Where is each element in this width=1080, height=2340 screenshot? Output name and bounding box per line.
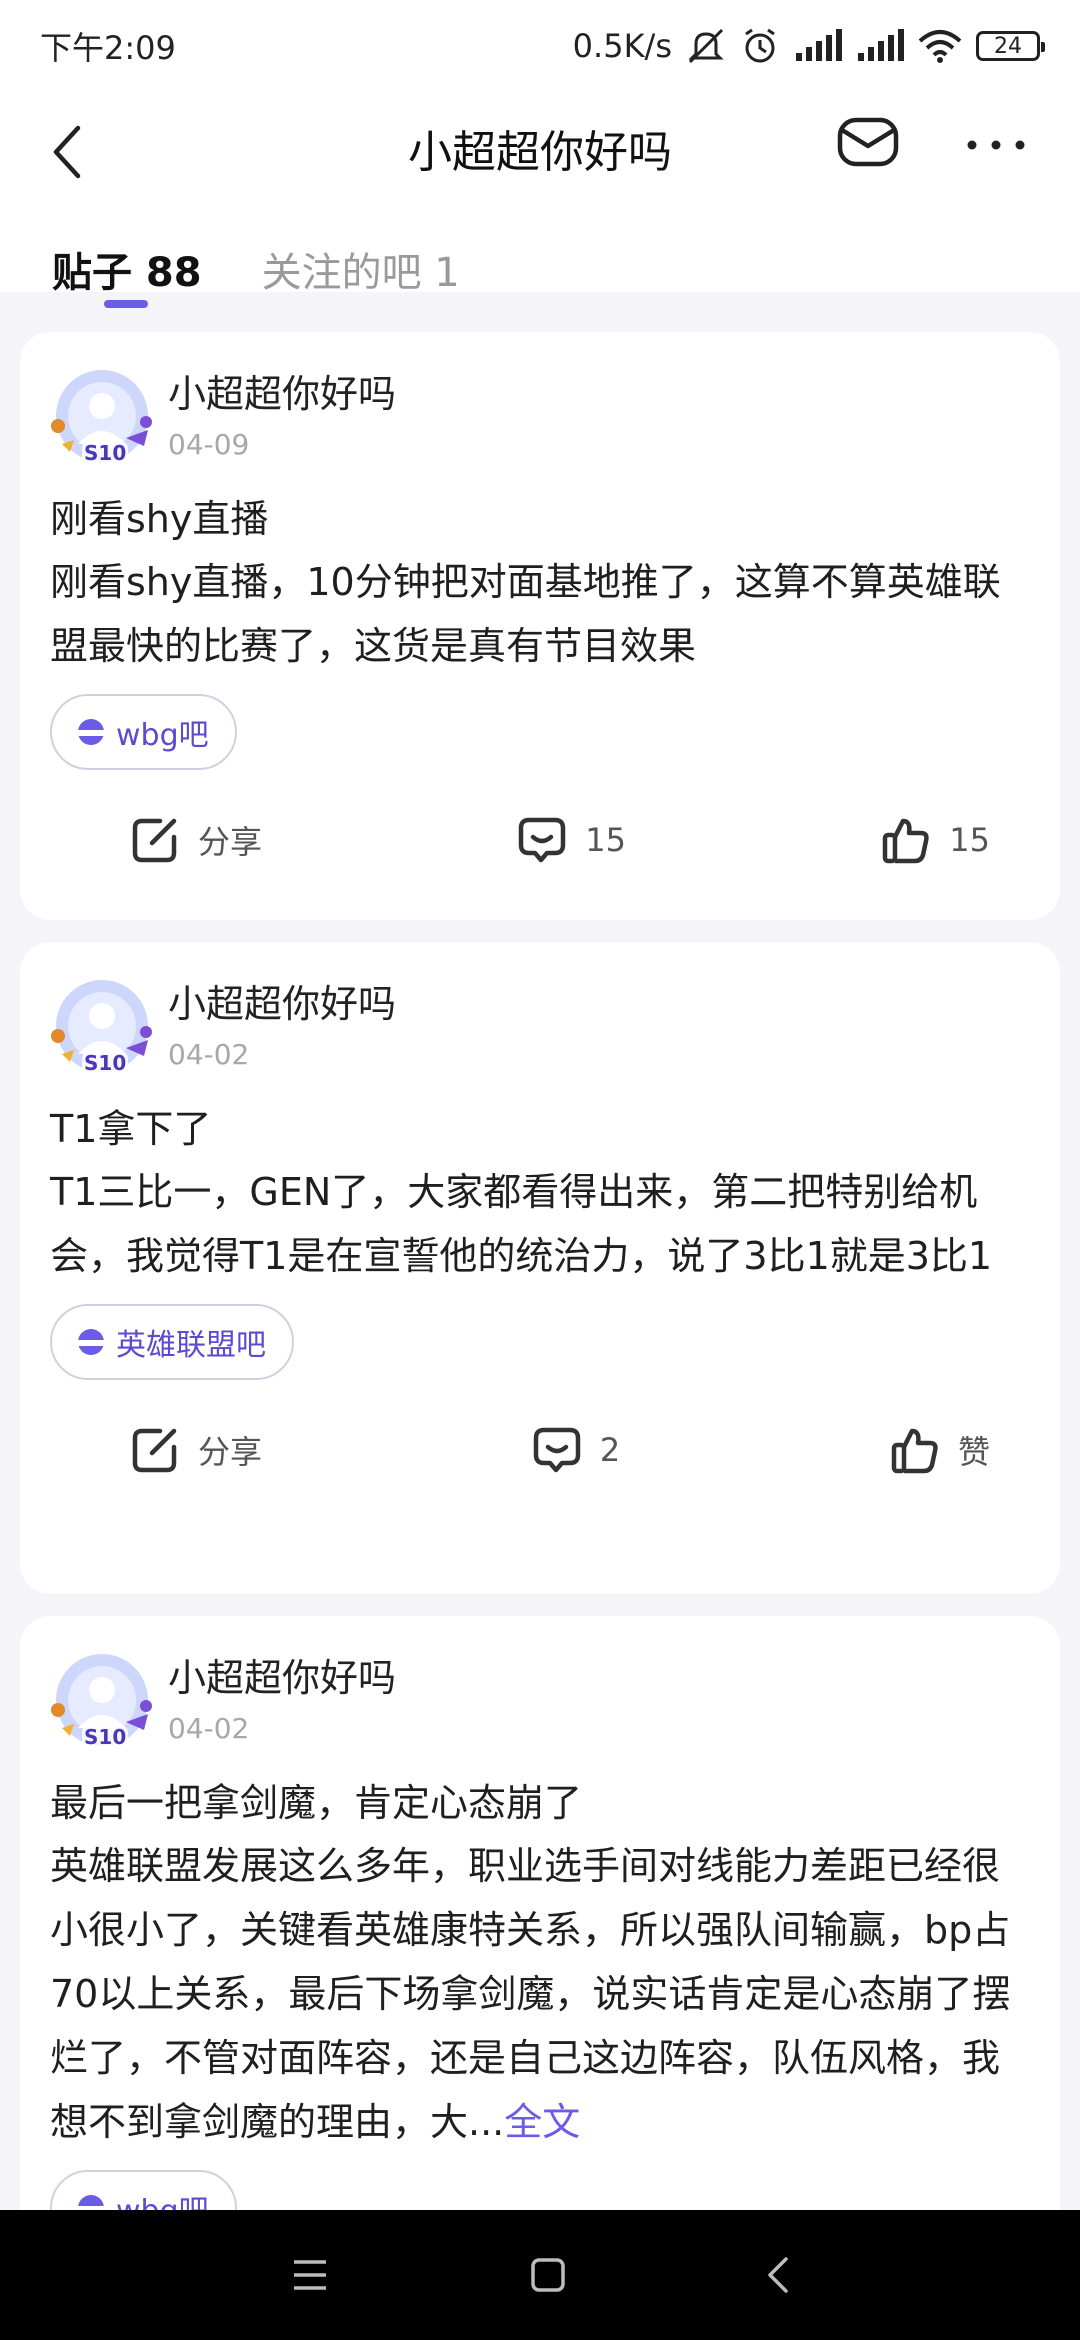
post-body[interactable]: 英雄联盟发展这么多年，职业选手间对线能力差距已经很小很小了，关键看英雄康特关系，… xyxy=(50,1834,1030,2154)
planet-icon xyxy=(74,1329,108,1355)
comment-count: 2 xyxy=(599,1431,621,1469)
comment-icon xyxy=(519,817,566,863)
planet-icon xyxy=(74,719,108,745)
author-name[interactable]: 小超超你好吗 xyxy=(168,1654,396,1702)
profile-header: 小超超你好吗 贴子 88 关注的吧 1 xyxy=(0,92,1080,308)
bar-tag-label: wbg吧 xyxy=(116,718,209,753)
home-icon[interactable] xyxy=(530,2257,566,2293)
alarm-icon xyxy=(745,28,775,63)
avatar-badge: S10 xyxy=(82,441,129,465)
post-date: 04-02 xyxy=(168,1712,250,1745)
mute-icon xyxy=(688,28,724,64)
post-header: S10 小超超你好吗 04-02 xyxy=(50,978,1030,1082)
comment-button[interactable]: 15 xyxy=(517,815,626,865)
avatar[interactable]: S10 xyxy=(50,978,154,1082)
battery-icon: 24 xyxy=(976,31,1045,61)
post-date: 04-02 xyxy=(168,1038,250,1071)
post-header: S10 小超超你好吗 04-02 xyxy=(50,1652,1030,1756)
bar-tag-label: 英雄联盟吧 xyxy=(116,1328,266,1363)
author-info: 小超超你好吗 04-02 xyxy=(168,978,396,1071)
signal-icon xyxy=(796,29,842,61)
share-icon xyxy=(132,1428,177,1473)
post-body[interactable]: 刚看shy直播，10分钟把对面基地推了，这算不算英雄联盟最快的比赛了，这货是真有… xyxy=(50,550,1030,678)
like-label: 赞 xyxy=(957,1433,990,1471)
status-bar: 下午2:09 0.5K/s 24 xyxy=(0,0,1080,92)
like-count: 15 xyxy=(949,821,990,859)
post-title[interactable]: 刚看shy直播 xyxy=(50,488,1030,550)
share-label: 分享 xyxy=(198,1433,263,1471)
post-actions: 分享 2 赞 xyxy=(50,1380,1030,1520)
read-more-link[interactable]: 全文 xyxy=(504,2100,580,2144)
avatar[interactable]: S10 xyxy=(50,1652,154,1756)
status-icons: 0.5K/s 24 xyxy=(572,26,1045,66)
post-actions: 分享 15 15 xyxy=(50,770,1030,910)
signal-icon-2 xyxy=(858,29,904,61)
mail-icon xyxy=(837,117,899,167)
page-title: 小超超你好吗 xyxy=(408,127,672,178)
more-dots-icon xyxy=(967,140,1025,150)
post-feed: S10 小超超你好吗 04-09 刚看shy直播 刚看shy直播，10分钟把对面… xyxy=(20,332,1060,2338)
post-header: S10 小超超你好吗 04-09 xyxy=(50,368,1030,472)
like-button[interactable]: 赞 xyxy=(890,1425,990,1475)
like-button[interactable]: 15 xyxy=(881,815,990,865)
menu-icon[interactable] xyxy=(290,2258,330,2292)
avatar-badge: S10 xyxy=(82,1725,129,1749)
status-time: 下午2:09 xyxy=(40,29,176,67)
active-tab-indicator xyxy=(104,300,148,308)
author-info: 小超超你好吗 04-09 xyxy=(168,368,396,461)
profile-tabs: 贴子 88 关注的吧 1 xyxy=(52,240,460,298)
author-name[interactable]: 小超超你好吗 xyxy=(168,370,396,418)
comment-count: 15 xyxy=(585,821,626,859)
share-button[interactable]: 分享 xyxy=(130,1425,262,1475)
bar-tag[interactable]: 英雄联盟吧 xyxy=(50,1304,294,1380)
more-button[interactable] xyxy=(964,130,1028,160)
thumbs-up-icon xyxy=(891,1428,938,1474)
post-body-text: 英雄联盟发展这么多年，职业选手间对线能力差距已经很小很小了，关键看英雄康特关系，… xyxy=(50,1844,1011,2144)
post-card[interactable]: S10 小超超你好吗 04-02 T1拿下了 T1三比一，GEN了，大家都看得出… xyxy=(20,942,1060,1594)
back-nav-icon[interactable] xyxy=(766,2255,790,2295)
post-date: 04-09 xyxy=(168,428,250,461)
share-button[interactable]: 分享 xyxy=(130,815,262,865)
tab-followed-bars[interactable]: 关注的吧 1 xyxy=(262,240,460,298)
avatar[interactable]: S10 xyxy=(50,368,154,472)
tab-posts[interactable]: 贴子 88 xyxy=(52,240,202,298)
avatar-badge: S10 xyxy=(82,1051,129,1075)
post-body[interactable]: T1三比一，GEN了，大家都看得出来，第二把特别给机会，我觉得T1是在宣誓他的统… xyxy=(50,1160,1030,1288)
author-info: 小超超你好吗 04-02 xyxy=(168,1652,396,1745)
author-name[interactable]: 小超超你好吗 xyxy=(168,980,396,1028)
comment-button[interactable]: 2 xyxy=(532,1425,620,1475)
share-label: 分享 xyxy=(198,823,263,861)
share-icon xyxy=(132,818,177,863)
network-speed: 0.5K/s xyxy=(572,27,672,65)
wifi-icon xyxy=(918,30,962,63)
post-card[interactable]: S10 小超超你好吗 04-09 刚看shy直播 刚看shy直播，10分钟把对面… xyxy=(20,332,1060,920)
post-title[interactable]: 最后一把拿剑魔，肯定心态崩了 xyxy=(50,1772,1030,1834)
thumbs-up-icon xyxy=(883,818,929,864)
post-title[interactable]: T1拿下了 xyxy=(50,1098,1030,1160)
comment-icon xyxy=(533,1427,581,1473)
system-nav-bar xyxy=(0,2210,1080,2340)
message-button[interactable] xyxy=(836,110,900,174)
bar-tag[interactable]: wbg吧 xyxy=(50,694,237,770)
